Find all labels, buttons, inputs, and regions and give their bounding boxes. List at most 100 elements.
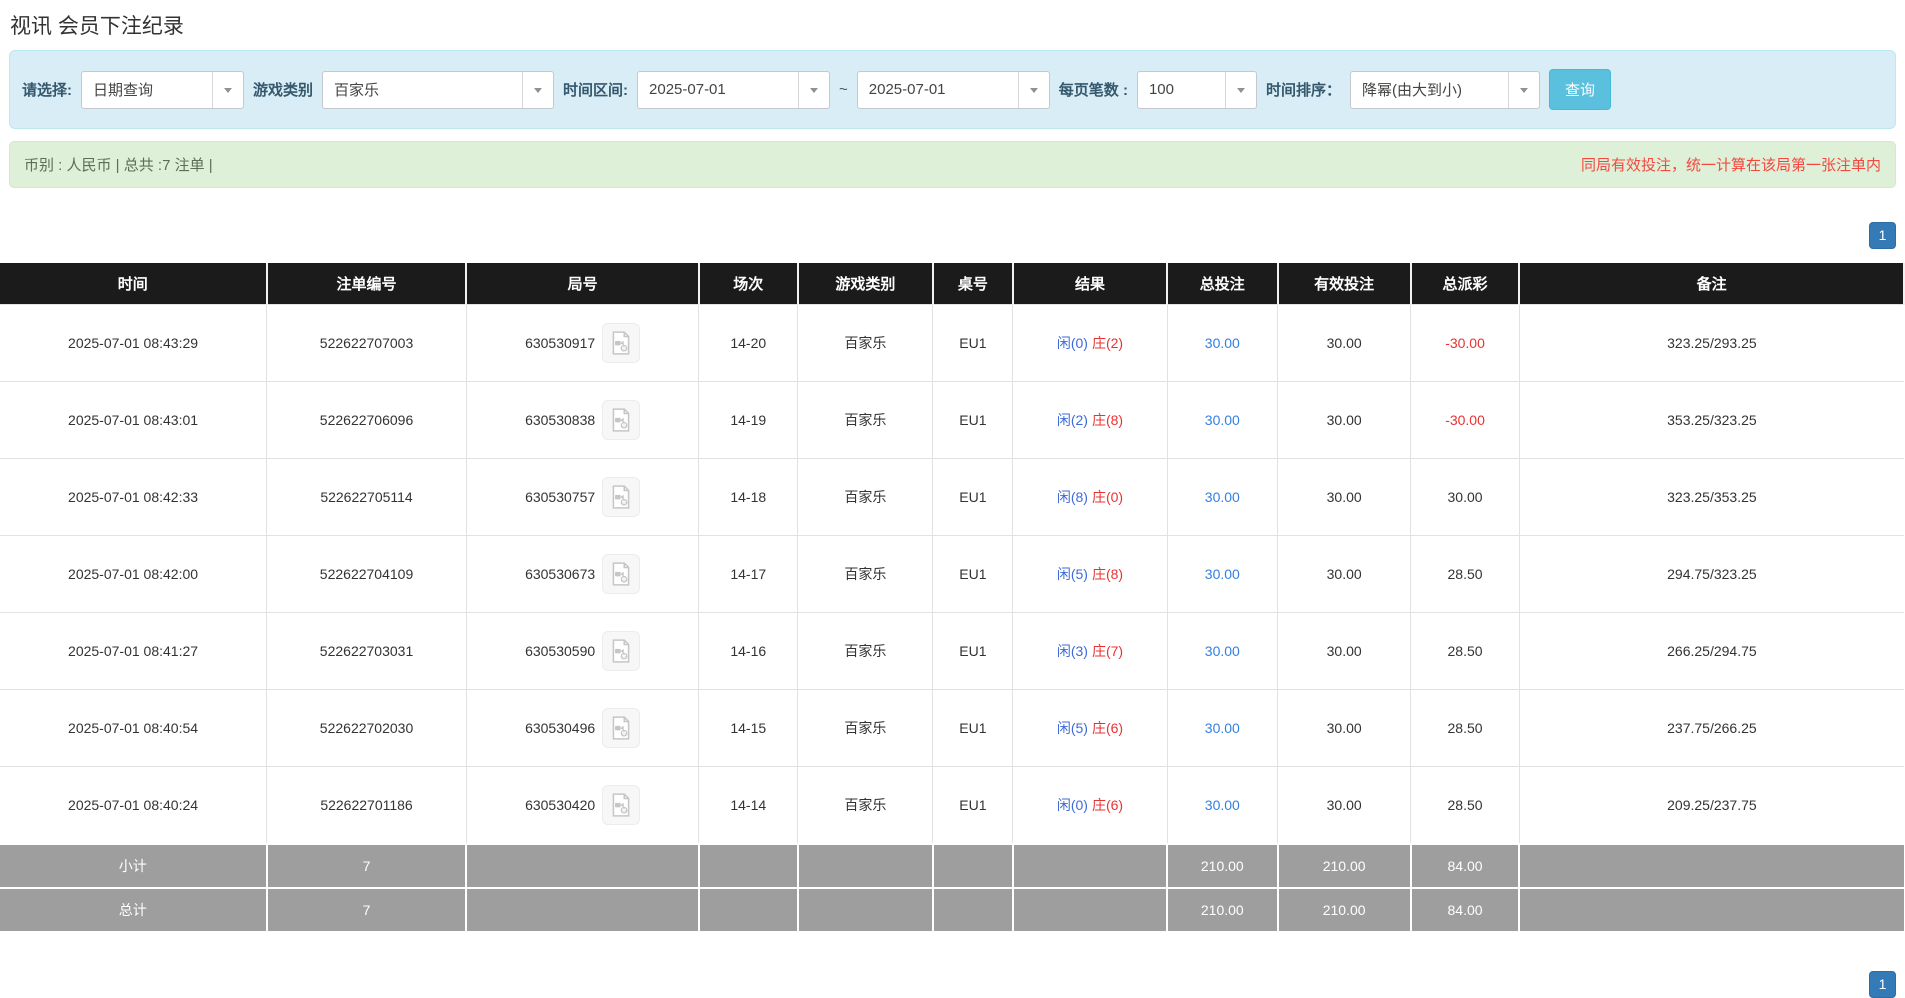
cell-table-number: EU1 [933,459,1013,536]
cell-payout: 28.50 [1411,613,1520,690]
video-replay-button[interactable] [602,477,640,517]
cell-remark: 323.25/293.25 [1519,305,1904,382]
cell-bet-id: 522622703031 [267,613,467,690]
currency-summary-text: 币别 : 人民币 | 总共 :7 注单 | [24,154,213,175]
cell-payout: -30.00 [1411,382,1520,459]
cell-game-category: 百家乐 [798,613,933,690]
column-header: 总投注 [1167,263,1277,305]
column-header: 注单编号 [267,263,467,305]
cell-session: 14-20 [699,305,798,382]
cell-remark: 266.25/294.75 [1519,613,1904,690]
video-document-icon [608,638,634,664]
total-bet-link[interactable]: 30.00 [1205,720,1240,736]
cell-remark: 237.75/266.25 [1519,690,1904,767]
round-number: 630530673 [525,566,595,582]
video-replay-button[interactable] [602,554,640,594]
total-bet-link[interactable]: 30.00 [1205,566,1240,582]
total-bet-link[interactable]: 30.00 [1205,335,1240,351]
page-1-button[interactable]: 1 [1869,222,1896,249]
result-player: 闲(5) [1057,566,1088,582]
game-category-select[interactable]: 百家乐 [322,71,554,109]
per-page-label: 每页笔数 : [1059,79,1128,100]
cell-round: 630530917 [466,305,698,382]
cell-total-bet: 30.00 [1167,613,1277,690]
video-replay-button[interactable] [602,631,640,671]
info-bar: 币别 : 人民币 | 总共 :7 注单 | 同局有效投注，统一计算在该局第一张注… [9,141,1896,188]
time-sort-select[interactable]: 降幂(由大到小) [1350,71,1540,109]
video-replay-button[interactable] [602,708,640,748]
cell-payout: -30.00 [1411,305,1520,382]
subtotal-payout: 84.00 [1411,844,1520,888]
time-range-label: 时间区间: [563,79,628,100]
cell-game-category: 百家乐 [798,305,933,382]
total-total-bet: 210.00 [1167,888,1277,932]
cell-session: 14-18 [699,459,798,536]
cell-result: 闲(5)庄(6) [1013,690,1167,767]
per-page-select[interactable]: 100 [1137,71,1257,109]
result-player: 闲(2) [1057,412,1088,428]
cell-session: 14-16 [699,613,798,690]
cell-table-number: EU1 [933,536,1013,613]
column-header: 结果 [1013,263,1167,305]
subtotal-row: 小计 7 210.00 210.00 84.00 [0,844,1904,888]
video-replay-button[interactable] [602,785,640,825]
select-type-label: 请选择: [22,79,72,100]
query-type-select[interactable]: 日期查询 [81,71,244,109]
cell-payout: 28.50 [1411,536,1520,613]
filter-bar: 请选择: 日期查询 游戏类别 百家乐 时间区间: 2025-07-01 ~ 20… [9,50,1896,129]
column-header: 局号 [466,263,698,305]
result-banker: 庄(8) [1092,566,1123,582]
table-row: 2025-07-01 08:43:01 522622706096 6305308… [0,382,1904,459]
cell-remark: 294.75/323.25 [1519,536,1904,613]
date-to-select[interactable]: 2025-07-01 [857,71,1050,109]
chevron-down-icon [798,72,829,108]
per-page-value: 100 [1138,72,1225,108]
video-replay-button[interactable] [602,323,640,363]
video-document-icon [608,330,634,356]
total-bet-link[interactable]: 30.00 [1205,643,1240,659]
cell-session: 14-14 [699,767,798,845]
cell-session: 14-15 [699,690,798,767]
total-bet-link[interactable]: 30.00 [1205,412,1240,428]
cell-table-number: EU1 [933,382,1013,459]
cell-bet-id: 522622701186 [267,767,467,845]
chevron-down-icon [1508,72,1539,108]
round-number: 630530590 [525,643,595,659]
cell-total-bet: 30.00 [1167,536,1277,613]
video-document-icon [608,561,634,587]
table-row: 2025-07-01 08:40:54 522622702030 6305304… [0,690,1904,767]
cell-round: 630530757 [466,459,698,536]
total-label: 总计 [0,888,267,932]
cell-result: 闲(3)庄(7) [1013,613,1167,690]
column-header: 时间 [0,263,267,305]
cell-time: 2025-07-01 08:42:33 [0,459,267,536]
cell-total-bet: 30.00 [1167,382,1277,459]
same-round-notice-text: 同局有效投注，统一计算在该局第一张注单内 [1581,154,1881,175]
result-banker: 庄(6) [1092,797,1123,813]
cell-bet-id: 522622702030 [267,690,467,767]
cell-bet-id: 522622704109 [267,536,467,613]
cell-round: 630530838 [466,382,698,459]
table-header-row: 时间 注单编号 局号 场次 游戏类别 桌号 结果 总投注 有效投注 总派彩 备注 [0,263,1904,305]
cell-remark: 353.25/323.25 [1519,382,1904,459]
table-row: 2025-07-01 08:43:29 522622707003 6305309… [0,305,1904,382]
cell-round: 630530590 [466,613,698,690]
cell-time: 2025-07-01 08:43:01 [0,382,267,459]
date-from-select[interactable]: 2025-07-01 [637,71,830,109]
result-player: 闲(0) [1057,797,1088,813]
cell-valid-bet: 30.00 [1278,382,1411,459]
cell-table-number: EU1 [933,613,1013,690]
round-number: 630530420 [525,797,595,813]
cell-bet-id: 522622707003 [267,305,467,382]
total-bet-link[interactable]: 30.00 [1205,489,1240,505]
cell-total-bet: 30.00 [1167,690,1277,767]
cell-time: 2025-07-01 08:40:24 [0,767,267,845]
chevron-down-icon [1018,72,1049,108]
video-replay-button[interactable] [602,400,640,440]
column-header: 场次 [699,263,798,305]
column-header: 桌号 [933,263,1013,305]
total-bet-link[interactable]: 30.00 [1205,797,1240,813]
search-button[interactable]: 查询 [1549,69,1611,110]
cell-round: 630530673 [466,536,698,613]
page-1-button[interactable]: 1 [1869,971,1896,998]
